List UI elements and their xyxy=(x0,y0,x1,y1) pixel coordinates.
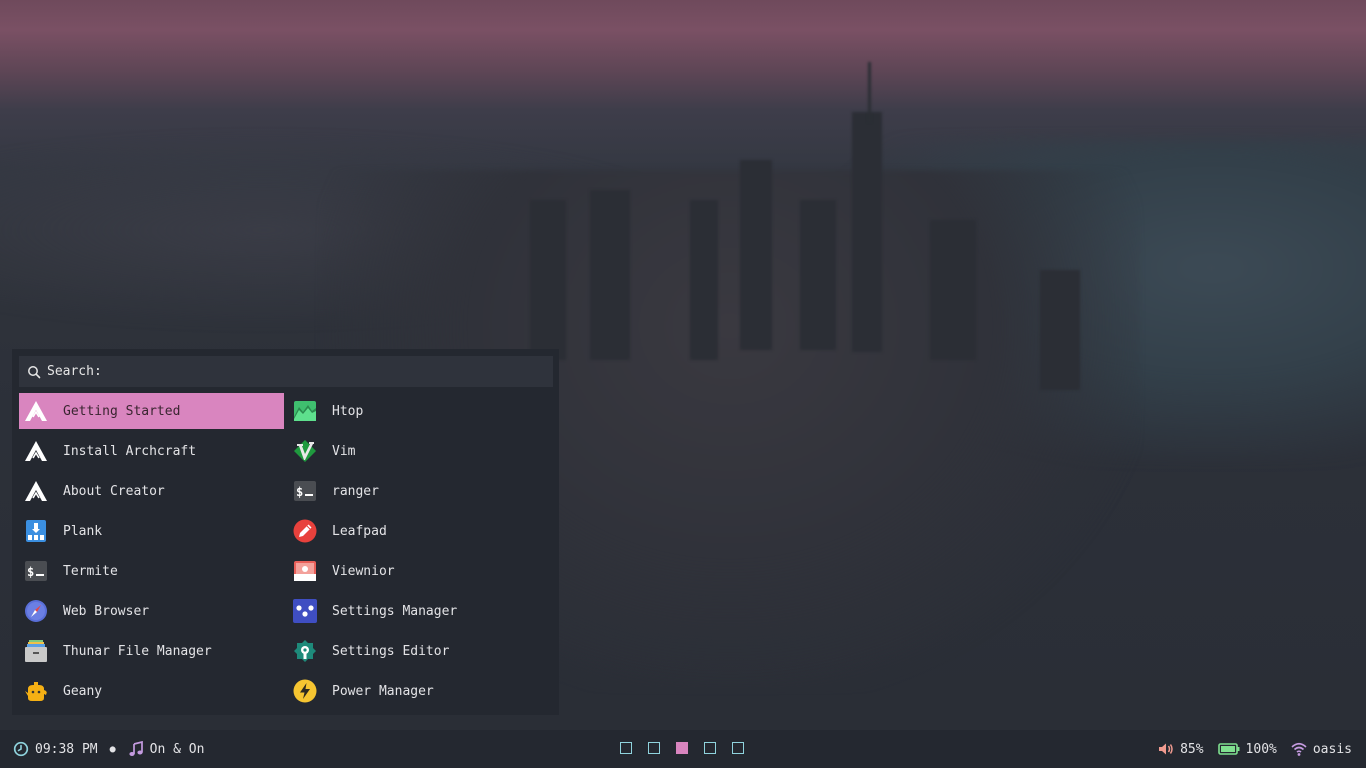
volume-level: 85% xyxy=(1180,741,1204,757)
archcraft-logo-icon xyxy=(24,439,48,463)
network-name: oasis xyxy=(1312,741,1352,757)
vim-icon xyxy=(293,439,317,463)
app-about-creator[interactable]: About Creator xyxy=(19,473,284,509)
wallpaper-antenna xyxy=(868,62,871,122)
app-label: Install Archcraft xyxy=(63,443,197,459)
music-note-icon xyxy=(128,741,144,757)
search-label: Search: xyxy=(47,364,102,379)
app-label: ranger xyxy=(332,483,379,499)
settings-editor-icon xyxy=(293,639,317,663)
lightning-icon xyxy=(293,679,317,703)
app-label: Viewnior xyxy=(332,563,395,579)
image-viewer-icon xyxy=(293,559,317,583)
workspace-1[interactable] xyxy=(620,742,632,754)
archcraft-logo-icon xyxy=(24,399,48,423)
app-label: Geany xyxy=(63,683,103,699)
app-termite[interactable]: $ Termite xyxy=(19,553,284,589)
search-input[interactable]: Search: xyxy=(19,356,553,387)
clock-icon xyxy=(13,741,29,757)
app-vim[interactable]: Vim xyxy=(288,433,553,469)
compass-icon xyxy=(24,599,48,623)
svg-text:$: $ xyxy=(27,565,34,579)
wallpaper-building xyxy=(690,200,718,360)
app-label: Web Browser xyxy=(63,603,150,619)
app-label: About Creator xyxy=(63,483,165,499)
app-thunar[interactable]: Thunar File Manager xyxy=(19,633,284,669)
app-column-left: Getting Started Install Archcraft About … xyxy=(19,393,284,713)
app-install-archcraft[interactable]: Install Archcraft xyxy=(19,433,284,469)
app-launcher: Search: Getting Started Install Archcraf… xyxy=(12,349,559,715)
workspace-5[interactable] xyxy=(732,742,744,754)
clock-time[interactable]: 09:38 PM xyxy=(35,742,98,757)
app-viewnior[interactable]: Viewnior xyxy=(288,553,553,589)
volume-indicator[interactable]: 85% xyxy=(1158,741,1204,757)
app-label: Settings Manager xyxy=(332,603,458,619)
app-label: Getting Started xyxy=(63,403,181,419)
app-getting-started[interactable]: Getting Started xyxy=(19,393,284,429)
app-label: Plank xyxy=(63,523,103,539)
app-column-right: Htop Vim $ ranger Leafpad Viewnior Setti… xyxy=(288,393,553,713)
app-web-browser[interactable]: Web Browser xyxy=(19,593,284,629)
volume-icon xyxy=(1158,741,1174,757)
music-track[interactable]: On & On xyxy=(150,742,205,757)
app-geany[interactable]: Geany xyxy=(19,673,284,709)
archcraft-logo-icon xyxy=(24,479,48,503)
app-label: Vim xyxy=(332,443,356,459)
wallpaper-building xyxy=(740,160,772,350)
wallpaper-building xyxy=(530,200,566,360)
status-bar: 09:38 PM ● On & On 85% 100% oasis xyxy=(0,730,1366,768)
settings-dots-icon xyxy=(293,599,317,623)
svg-text:$: $ xyxy=(296,485,303,499)
workspace-2[interactable] xyxy=(648,742,660,754)
wallpaper-building xyxy=(800,200,836,350)
wallpaper-building xyxy=(590,190,630,360)
status-bar-left: 09:38 PM ● On & On xyxy=(13,730,204,768)
workspace-switcher xyxy=(620,742,744,754)
app-plank[interactable]: Plank xyxy=(19,513,284,549)
status-bar-right: 85% 100% oasis xyxy=(1144,730,1352,768)
app-ranger[interactable]: $ ranger xyxy=(288,473,553,509)
app-label: Power Manager xyxy=(332,683,434,699)
app-label: Settings Editor xyxy=(332,643,450,659)
battery-indicator[interactable]: 100% xyxy=(1217,741,1277,757)
wallpaper-building xyxy=(1040,270,1080,390)
app-label: Htop xyxy=(332,403,364,419)
app-label: Thunar File Manager xyxy=(63,643,212,659)
app-settings-manager[interactable]: Settings Manager xyxy=(288,593,553,629)
file-cabinet-icon xyxy=(24,639,48,663)
terminal-icon: $ xyxy=(24,559,48,583)
separator-dot: ● xyxy=(109,743,116,755)
wallpaper-spire xyxy=(852,112,882,352)
pencil-icon xyxy=(293,519,317,543)
system-monitor-icon xyxy=(293,399,317,423)
network-indicator[interactable]: oasis xyxy=(1291,741,1352,757)
app-power-manager[interactable]: Power Manager xyxy=(288,673,553,709)
wallpaper-building xyxy=(930,220,976,360)
battery-level: 100% xyxy=(1245,741,1277,757)
teapot-icon xyxy=(24,679,48,703)
app-label: Termite xyxy=(63,563,118,579)
workspace-3-active[interactable] xyxy=(676,742,688,754)
app-settings-editor[interactable]: Settings Editor xyxy=(288,633,553,669)
app-label: Leafpad xyxy=(332,523,387,539)
terminal-icon: $ xyxy=(293,479,317,503)
search-icon xyxy=(27,365,41,379)
wifi-icon xyxy=(1291,741,1307,757)
plank-dock-icon xyxy=(24,519,48,543)
app-leafpad[interactable]: Leafpad xyxy=(288,513,553,549)
workspace-4[interactable] xyxy=(704,742,716,754)
battery-icon xyxy=(1217,741,1240,757)
app-htop[interactable]: Htop xyxy=(288,393,553,429)
